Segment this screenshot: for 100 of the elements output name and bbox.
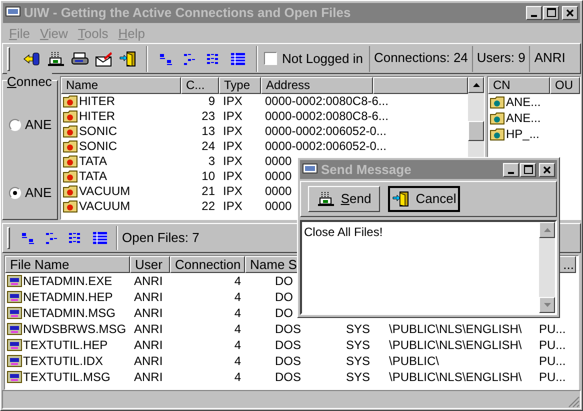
table-cell: PU...	[539, 322, 566, 336]
table-cell: ANRI	[134, 306, 163, 320]
file-icon	[7, 338, 22, 352]
folder-icon	[63, 155, 78, 168]
list-row[interactable]: NWDSBRWS.MSG ANRI 4 DOS SYS \PUBLIC\NLS\ENGLISH\ PU...	[5, 320, 578, 337]
message-field[interactable]: Close All Files!	[300, 220, 557, 315]
table-cell: PU...	[539, 354, 566, 368]
list-row[interactable]: HP_...	[488, 126, 580, 142]
close-button[interactable]	[562, 6, 578, 20]
open-files-count: Open Files: 7	[122, 229, 200, 248]
table-cell: DOS	[275, 370, 302, 384]
table-cell: 24	[202, 139, 215, 154]
list-row[interactable]: TEXTUTIL.IDX ANRI 4 DOS SYS \PUBLIC\ PU...	[5, 352, 578, 369]
table-cell: \PUBLIC\NLS\ENGLISH\	[389, 338, 522, 352]
table-cell: IPX	[223, 124, 242, 138]
table-cell: DO	[275, 290, 293, 304]
envelope-icon	[95, 50, 113, 67]
minimize-button[interactable]	[503, 162, 519, 176]
table-cell: PU...	[539, 370, 566, 384]
column-header[interactable]: Address	[261, 77, 373, 94]
table-cell: TATA	[79, 169, 107, 184]
table-cell: \PUBLIC\NLS\ENGLISH\	[389, 322, 522, 336]
table-cell: 9	[208, 94, 215, 108]
table-cell: 0000	[265, 199, 292, 214]
list-row[interactable]: TEXTUTIL.HEP ANRI 4 DOS SYS \PUBLIC\NLS\ENGLISH\ PU...	[5, 336, 578, 353]
table-cell: 13	[202, 124, 215, 138]
column-header[interactable]: OU	[550, 77, 580, 94]
table-cell: 23	[202, 109, 215, 124]
table-cell: 0000-0002:0080C8-6...	[265, 94, 388, 108]
table-cell: 3	[208, 154, 215, 168]
minimize-icon	[508, 172, 514, 174]
table-cell: VACUUM	[79, 199, 130, 214]
table-cell: ANRI	[134, 354, 163, 368]
column-header[interactable]: C...	[181, 77, 219, 94]
table-cell: ANRI	[134, 370, 163, 384]
close-button[interactable]	[539, 162, 555, 176]
up-arrow-icon	[544, 228, 550, 232]
tray-icon	[316, 191, 335, 207]
table-cell: ANRI	[134, 322, 163, 336]
table-cell: DO	[275, 274, 293, 288]
column-header[interactable]: CN	[488, 77, 550, 94]
table-cell: PU...	[539, 338, 566, 352]
table-cell-text: HP_...	[506, 126, 540, 144]
column-header[interactable]: User	[130, 256, 170, 273]
table-cell: ANRI	[134, 274, 163, 288]
folder-icon	[63, 185, 78, 198]
file-icon	[7, 354, 22, 368]
table-cell: ANRI	[134, 338, 163, 352]
table-cell: 4	[234, 322, 241, 336]
column-header[interactable]	[373, 77, 468, 94]
table-cell: 21	[202, 184, 215, 198]
column-header[interactable]: Name	[61, 77, 181, 94]
checkbox-label: Not Logged in	[282, 50, 363, 68]
table-cell: SONIC	[79, 139, 118, 154]
column-header[interactable]: Type	[219, 77, 261, 94]
status-panel: Users: 9	[472, 46, 530, 72]
list-row[interactable]: ANE...	[488, 110, 580, 126]
list-row[interactable]: ANE...	[488, 94, 580, 110]
table-cell-text: NETADMIN.MSG	[23, 304, 116, 322]
table-cell: HITER	[79, 109, 115, 124]
radio-button[interactable]	[9, 186, 21, 199]
table-cell: IPX	[223, 199, 242, 214]
folder-icon	[63, 170, 78, 184]
app-icon	[302, 162, 318, 176]
maximize-button[interactable]	[543, 6, 559, 20]
list-row[interactable]: SONIC 24 IPX 0000-0002:006052-0...	[61, 139, 468, 154]
file-icon	[7, 274, 22, 288]
status-panel: Connections: 24	[368, 46, 472, 72]
table-cell: IPX	[223, 169, 242, 184]
message-text: Close All Files!	[304, 225, 383, 239]
list-row[interactable]: TEXTUTIL.MSG ANRI 4 DOS SYS \PUBLIC\NLS\ENGLISH\ PU...	[5, 368, 578, 385]
radio-label: ANE	[25, 116, 52, 134]
list-row[interactable]: HITER 23 IPX 0000-0002:0080C8-6...	[61, 109, 468, 124]
scrollbar[interactable]	[539, 222, 555, 313]
table-cell: TATA	[79, 154, 107, 170]
minimize-button[interactable]	[526, 6, 542, 20]
door-icon	[119, 50, 137, 67]
dialog-button[interactable]: Cancel	[388, 186, 460, 212]
tray-icon	[47, 50, 65, 67]
status-panel: ANRI	[529, 46, 570, 72]
table-cell: IPX	[223, 154, 242, 168]
table-cell: \PUBLIC\	[389, 354, 440, 368]
table-cell: 4	[234, 370, 241, 384]
maximize-button[interactable]	[520, 162, 536, 176]
checkbox[interactable]	[264, 52, 277, 66]
dialog-button[interactable]: Send	[308, 186, 380, 212]
table-cell: 4	[234, 338, 241, 352]
scroll-thumb[interactable]	[468, 121, 484, 142]
dialog-title: Send Message	[321, 160, 412, 179]
column-header[interactable]: Connection	[170, 256, 245, 273]
table-cell: SONIC	[79, 124, 118, 140]
list-row[interactable]: SONIC 13 IPX 0000-0002:006052-0...	[61, 124, 468, 140]
radio-button[interactable]	[9, 119, 21, 132]
table-cell: 4	[234, 354, 241, 368]
file-icon	[7, 290, 22, 304]
table-cell: SYS	[346, 322, 370, 336]
list-row[interactable]: HITER 9 IPX 0000-0002:0080C8-6...	[61, 94, 468, 110]
column-header[interactable]: File Name	[5, 256, 130, 273]
table-cell: 4	[234, 306, 241, 320]
table-cell: \PUBLIC\NLS\ENGLISH\	[389, 370, 522, 384]
